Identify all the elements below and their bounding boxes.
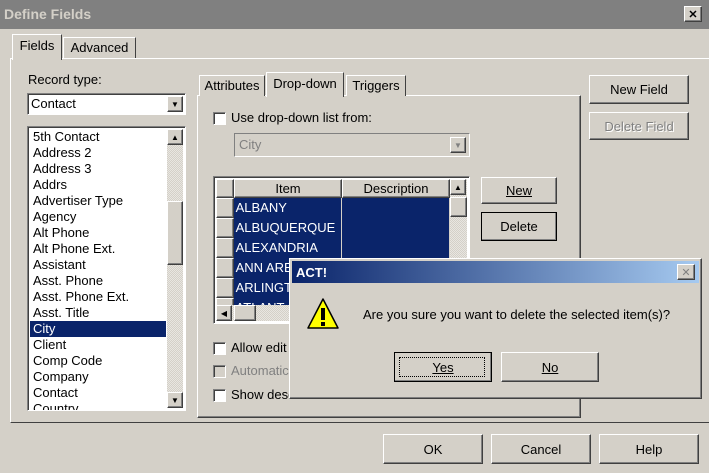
cancel-button[interactable]: Cancel [491,434,591,464]
list-item[interactable]: Assistant [30,257,166,273]
record-type-value: Contact [31,96,76,111]
list-item[interactable]: Company [30,369,166,385]
scroll-left-icon[interactable]: ◀ [216,305,232,321]
list-item[interactable]: Advertiser Type [30,193,166,209]
close-icon: ✕ [681,266,691,279]
table-row[interactable]: ALEXANDRIA [216,238,450,259]
fields-scrollbar[interactable]: ▲ ▼ [167,129,183,408]
scroll-thumb[interactable] [167,201,183,265]
list-item[interactable]: Alt Phone [30,225,166,241]
grid-header-item[interactable]: Item [234,179,342,198]
delete-item-button[interactable]: Delete [481,212,557,241]
scroll-thumb[interactable] [450,197,467,217]
allow-edit-label: Allow edit [231,340,287,355]
automatic-checkbox[interactable] [213,365,226,378]
list-item[interactable]: Comp Code [30,353,166,369]
scroll-up-icon[interactable]: ▲ [450,179,466,195]
tab-advanced[interactable]: Advanced [63,37,136,58]
tab-attributes[interactable]: Attributes [199,75,265,96]
table-row[interactable]: ALBUQUERQUE [216,218,450,239]
list-item[interactable]: Address 2 [30,145,166,161]
row-selector[interactable] [216,238,234,258]
list-item[interactable]: Addrs [30,177,166,193]
alert-dialog: ACT! ✕ Are you sure you want to delete t… [289,258,702,399]
alert-message: Are you sure you want to delete the sele… [363,307,671,322]
list-item[interactable]: Asst. Phone [30,273,166,289]
grid-corner [216,179,234,198]
list-item[interactable]: City [30,321,166,337]
grid-cell-item[interactable]: ALBUQUERQUE [233,218,342,239]
show-desc-label: Show desc [231,387,295,402]
record-type-select[interactable]: Contact ▼ [27,93,186,115]
list-source-select[interactable]: City ▼ [234,133,470,157]
table-row[interactable]: ALBANY [216,198,450,219]
fields-list: 5th Contact Address 2 Address 3 Addrs Advert… [30,129,166,410]
close-icon: ✕ [688,8,698,21]
fields-listbox[interactable]: 5th Contact Address 2 Address 3 Addrs Advert… [27,126,186,411]
list-source-value: City [239,137,262,152]
scroll-thumb[interactable] [234,305,256,321]
grid-cell-description[interactable] [341,218,450,239]
list-item[interactable]: Alt Phone Ext. [30,241,166,257]
window-titlebar: Define Fields ✕ [0,0,709,29]
help-button[interactable]: Help [599,434,699,464]
list-item[interactable]: Address 3 [30,161,166,177]
tab-triggers[interactable]: Triggers [346,75,406,96]
new-field-button[interactable]: New Field [589,75,689,104]
grid-header-description[interactable]: Description [342,179,450,198]
list-item[interactable]: Country [30,401,166,410]
warning-icon [307,298,339,329]
list-item[interactable]: Asst. Phone Ext. [30,289,166,305]
alert-close-button[interactable]: ✕ [677,264,695,280]
tab-drop-down[interactable]: Drop-down [266,72,344,97]
chevron-down-icon[interactable]: ▼ [167,96,183,112]
record-type-label: Record type: [28,72,102,87]
window-title: Define Fields [4,6,92,22]
list-item[interactable]: Asst. Title [30,305,166,321]
grid-cell-item[interactable]: ALEXANDRIA [233,238,342,259]
grid-cell-description[interactable] [341,238,450,259]
delete-field-button[interactable]: Delete Field [589,112,689,140]
alert-title: ACT! [296,265,328,280]
grid-cell-description[interactable] [341,198,450,219]
row-selector[interactable] [216,278,234,298]
use-dropdown-checkbox[interactable] [213,112,226,125]
scroll-up-icon[interactable]: ▲ [167,129,183,145]
allow-edit-checkbox[interactable] [213,342,226,355]
focus-rect [399,357,485,377]
new-item-button[interactable]: New [481,177,557,204]
list-item[interactable]: Client [30,337,166,353]
chevron-down-icon[interactable]: ▼ [450,137,466,153]
alert-titlebar: ACT! ✕ [292,261,699,283]
scroll-down-icon[interactable]: ▼ [167,392,183,408]
show-desc-checkbox[interactable] [213,389,226,402]
list-item[interactable]: Contact [30,385,166,401]
list-item[interactable]: 5th Contact [30,129,166,145]
ok-button[interactable]: OK [383,434,483,464]
row-selector[interactable] [216,218,234,238]
window-close-button[interactable]: ✕ [684,6,702,22]
row-selector[interactable] [216,258,234,278]
use-dropdown-label: Use drop-down list from: [231,110,372,125]
grid-cell-item[interactable]: ALBANY [233,198,342,219]
tab-fields[interactable]: Fields [12,34,62,60]
list-item[interactable]: Agency [30,209,166,225]
automatic-label: Automatic [231,363,289,378]
row-selector[interactable] [216,198,234,218]
yes-button[interactable]: Yes [394,352,492,382]
no-button[interactable]: No [501,352,599,382]
